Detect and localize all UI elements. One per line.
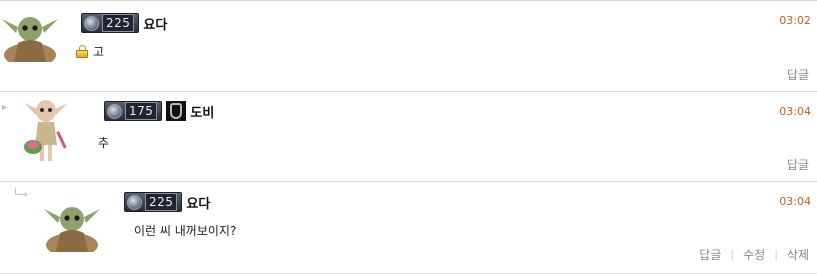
comment-body: 추 xyxy=(98,134,109,151)
comment-timestamp: 03:04 xyxy=(779,195,811,208)
comment-text: 고 xyxy=(93,45,105,59)
comment-item: └→ 225 요다 03:04 이런 씨 내꺼보이지? 답글 | 수정 | 삭제 xyxy=(0,181,817,274)
level-number: 175 xyxy=(125,102,158,120)
dobby-badge-icon xyxy=(166,101,187,121)
comment-timestamp: 03:04 xyxy=(779,105,811,118)
author-name[interactable]: 요다 xyxy=(186,193,210,212)
comment-meta: 225 요다 xyxy=(124,192,210,212)
level-gem-icon xyxy=(84,15,99,31)
reply-button[interactable]: 답글 xyxy=(787,66,809,83)
comment-actions: 답글 xyxy=(787,156,809,173)
level-badge-icon: 225 xyxy=(124,192,183,212)
author-name[interactable]: 요다 xyxy=(143,14,167,33)
comment-text: 이런 씨 내꺼보이지? xyxy=(134,224,237,238)
reply-button[interactable]: 답글 xyxy=(787,156,809,173)
comment-meta: 175 도비 xyxy=(104,101,214,121)
comment-body: 고 xyxy=(76,43,104,60)
reply-arrow-icon: ▸ xyxy=(2,102,8,113)
reply-button[interactable]: 답글 xyxy=(699,246,721,263)
avatar-yoda[interactable] xyxy=(42,197,102,252)
comment-actions: 답글 | 수정 | 삭제 xyxy=(699,246,809,263)
reply-arrow-icon: └→ xyxy=(12,188,28,201)
lock-icon xyxy=(76,45,89,58)
comment-actions: 답글 xyxy=(787,66,809,83)
action-divider: | xyxy=(730,248,735,261)
comment-item: ▸ 175 도비 03:04 추 답글 xyxy=(0,91,817,182)
avatar-dobby[interactable] xyxy=(18,95,78,167)
edit-button[interactable]: 수정 xyxy=(743,246,765,263)
level-number: 225 xyxy=(102,14,135,32)
comment-text: 추 xyxy=(98,136,110,150)
comment-meta: 225 요다 xyxy=(81,13,167,33)
comment-body: 이런 씨 내꺼보이지? xyxy=(134,222,236,239)
level-gem-icon xyxy=(107,103,122,119)
author-name[interactable]: 도비 xyxy=(190,102,214,121)
action-divider: | xyxy=(774,248,778,261)
level-number: 225 xyxy=(145,193,178,211)
level-badge-icon: 225 xyxy=(81,13,140,33)
level-gem-icon xyxy=(127,194,142,210)
delete-button[interactable]: 삭제 xyxy=(787,246,809,263)
level-badge-icon: 175 xyxy=(104,101,163,121)
avatar-yoda[interactable] xyxy=(0,7,60,62)
comment-item: 225 요다 03:02 고 답글 xyxy=(0,0,817,92)
comment-timestamp: 03:02 xyxy=(779,14,811,27)
